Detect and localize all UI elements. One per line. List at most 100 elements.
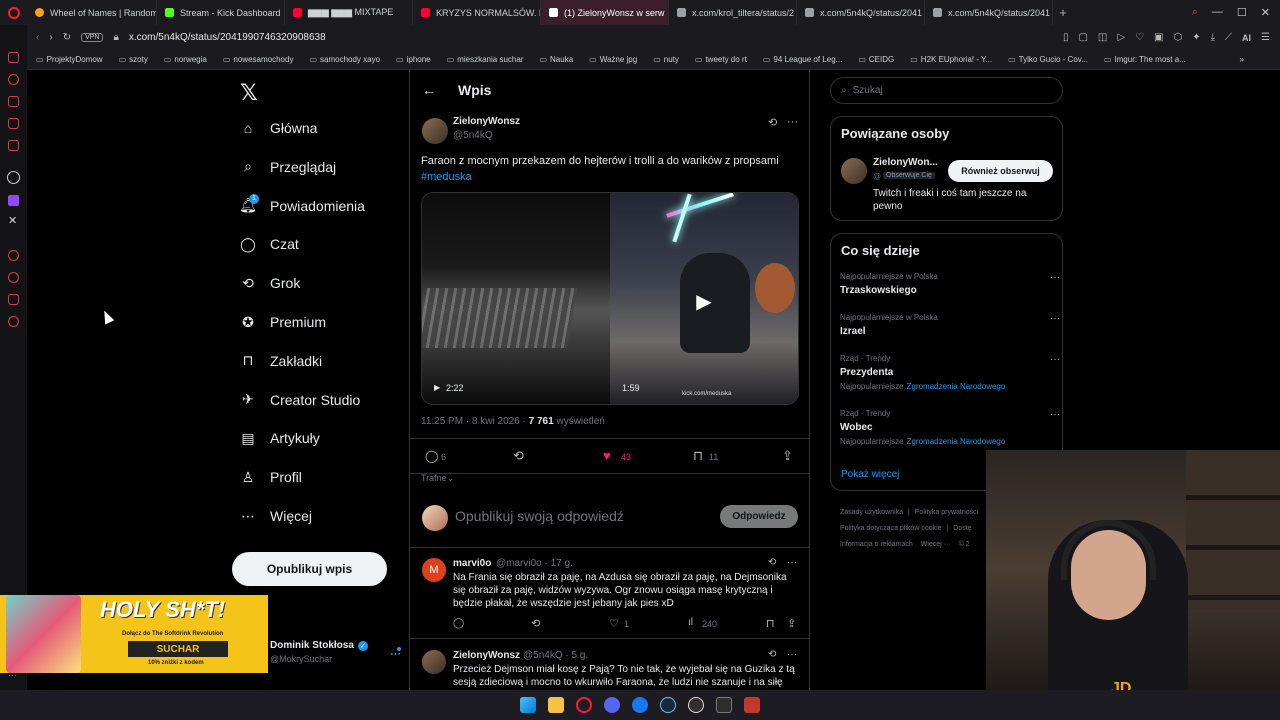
author-avatar[interactable] [422, 118, 448, 144]
like-icon[interactable]: ♡ [609, 617, 619, 630]
steam-icon[interactable] [660, 697, 676, 713]
bookmark-item[interactable]: ▭ H2K EUphoria! - Y... [910, 55, 992, 64]
puzzle-icon[interactable]: ✦ [1192, 32, 1200, 43]
vpn-badge[interactable]: VPN [81, 33, 104, 42]
facebook-icon[interactable] [632, 697, 648, 713]
wallet-icon[interactable]: ▣ [1154, 32, 1163, 43]
reload-icon[interactable]: ↻ [63, 32, 71, 43]
reply-icon[interactable]: ◯ [425, 449, 438, 463]
bookmark-tweet-icon[interactable]: ⊓ [693, 448, 703, 464]
back-arrow-icon[interactable]: ← [422, 82, 436, 98]
mail-icon[interactable] [8, 140, 19, 151]
trend-sub-link[interactable]: Zgromadzenia Narodowego [907, 437, 1006, 446]
bookmark-item[interactable]: ▭ nowesamochody [223, 55, 294, 64]
tab-wheel-of-names[interactable]: Wheel of Names | Random [27, 0, 157, 25]
footer-link[interactable]: Informacja o reklamach [840, 541, 913, 548]
bookmark-item[interactable]: ▭ Nauka [539, 55, 573, 64]
twitch-icon[interactable] [8, 195, 19, 206]
reply-author-name[interactable]: marvi0o [453, 558, 491, 569]
tweet-timestamp[interactable]: 11:25 PM · 8 kwi 2026 · [421, 416, 529, 427]
reply-author-handle[interactable]: @marvi0o · 17 g. [496, 558, 573, 569]
author-name[interactable]: ZielonyWonsz [453, 116, 520, 127]
tab-youtube-mixtape[interactable]: ▆▆▆ ▆▆▆ MIXTAPE [285, 0, 413, 25]
settings-icon[interactable] [8, 316, 19, 327]
bookmark-item[interactable]: ▭ CEIDG [858, 55, 894, 64]
pinboard-icon[interactable] [8, 250, 19, 261]
terminal-icon[interactable] [716, 697, 732, 713]
opera-logo-icon[interactable] [0, 0, 27, 25]
footer-link[interactable]: Dostę [953, 525, 971, 532]
tab-x-krol-tiltera[interactable]: x.com/krol_tiltera/status/2 [669, 0, 797, 25]
more-options-icon[interactable]: ··· [1050, 409, 1060, 420]
bookmark-item[interactable]: ▭ mieszkania suchar [447, 55, 524, 64]
player-sidebar-icon[interactable] [8, 118, 19, 129]
nav-item-bell[interactable]: 🔔︎ 1 Powiadomienia [239, 193, 365, 214]
bookmark-item[interactable]: ▭ samochody xayo [309, 55, 380, 64]
grok-icon[interactable]: ⟲ [768, 649, 776, 660]
more-options-icon[interactable]: ··· [1050, 272, 1060, 283]
hashtag-link[interactable]: #meduska [421, 171, 472, 183]
menu-icon[interactable]: ☰ [1261, 32, 1270, 43]
bookmark-item[interactable]: ▭ Tylko Gucio - Cov... [1008, 55, 1088, 64]
forward-arrow-icon[interactable]: › [49, 32, 52, 43]
reply-author-handle[interactable]: @5n4kQ · 5 g. [523, 650, 588, 661]
obs-icon[interactable] [688, 697, 704, 713]
footer-link[interactable]: Zasady użytkownika [840, 509, 903, 516]
downloads-sidebar-icon[interactable] [8, 294, 19, 305]
tab-x-status-2[interactable]: x.com/5n4kQ/status/2041 [925, 0, 1053, 25]
share-icon[interactable]: ⇪ [782, 448, 793, 464]
bookmark-icon[interactable]: ▯ [1063, 32, 1069, 43]
reply-item[interactable]: ZielonyWonsz @5n4kQ · 5 g. ⟲ ··· Przecie… [410, 640, 809, 690]
screenshot-icon[interactable]: ▢ [1078, 32, 1087, 43]
tab-kick-dashboard[interactable]: Stream - Kick Dashboard [157, 0, 285, 25]
bookmark-tweet-icon[interactable]: ⊓ [766, 617, 775, 630]
clock-icon[interactable] [8, 272, 19, 283]
more-options-icon[interactable]: ··· [1050, 313, 1060, 324]
bookmark-item[interactable]: ▭ tweety do rt [695, 55, 747, 64]
more-options-icon[interactable]: ··· [787, 649, 797, 660]
ai-label[interactable]: AI [1242, 33, 1251, 43]
nav-item-chat[interactable]: ◯ Czat [240, 236, 299, 253]
nav-item-rocket[interactable]: ✈ Creator Studio [240, 391, 360, 408]
x-sidebar-icon[interactable]: ✕ [8, 214, 17, 227]
footer-link[interactable]: Polityka dotycząca plików cookie [840, 525, 942, 532]
tab-x-status-1[interactable]: x.com/5n4kQ/status/2041 [797, 0, 925, 25]
author-handle[interactable]: @5n4kQ [453, 130, 493, 141]
nav-item-home[interactable]: ⌂ Główna [240, 120, 318, 136]
download-icon[interactable]: ⤓ [1211, 32, 1215, 43]
search-input[interactable]: Szukaj [853, 85, 883, 96]
retweet-icon[interactable]: ⟲ [531, 617, 540, 630]
url-field[interactable]: x.com/5n4kQ/status/2041990746320908638 [129, 32, 729, 43]
bookmark-item[interactable]: ▭ ProjektyDomow [36, 55, 103, 64]
nav-item-grok[interactable]: ⟲ Grok [240, 275, 300, 292]
trend-item[interactable]: Najpopularniejsze w Polska Izrael ··· [840, 313, 1060, 337]
reply-avatar[interactable]: M [422, 558, 446, 582]
nav-item-more[interactable]: ⋯ Więcej [240, 508, 312, 525]
bookmark-item[interactable]: ▭ norwegia [164, 55, 207, 64]
views-icon[interactable]: ıl [688, 617, 693, 628]
tab-x-active[interactable]: (1) ZielonyWonsz w serw [541, 0, 669, 25]
follow-back-button[interactable]: Również obserwuj [948, 160, 1053, 182]
footer-link[interactable]: Więcej ··· [921, 541, 951, 548]
shield-app-icon[interactable] [744, 697, 760, 713]
shield-icon[interactable]: ⬡ [1173, 32, 1182, 43]
trend-item[interactable]: Rząd · Trendy Wobec ··· Najpopularniejsze Zg… [840, 409, 1060, 446]
opera-icon[interactable] [576, 697, 592, 713]
footer-link[interactable]: Polityka prywatności [915, 509, 978, 516]
reply-author-name[interactable]: ZielonyWonsz [453, 650, 520, 661]
chatgpt-icon[interactable] [7, 171, 20, 184]
grok-icon[interactable]: ⟲ [768, 557, 776, 568]
tab-youtube-kryzys[interactable]: KRYZYS NORMALSÓW. P [413, 0, 541, 25]
discord-icon[interactable] [604, 697, 620, 713]
nav-item-profile[interactable]: ♙ Profil [240, 469, 302, 486]
history-icon[interactable] [8, 74, 19, 85]
x-logo-icon[interactable]: 𝕏 [240, 80, 258, 106]
bookmarks-more-icon[interactable]: » [1240, 55, 1244, 64]
windows-start-icon[interactable] [520, 697, 536, 713]
bookmark-item[interactable]: ▭ iphone [396, 55, 431, 64]
more-options-icon[interactable]: ··· [787, 116, 798, 128]
minimize-window-icon[interactable]: — [1212, 6, 1223, 19]
search-tabs-icon[interactable]: ⌕ [1192, 6, 1198, 19]
play-small-icon[interactable]: ▶ [434, 383, 440, 392]
nav-item-premium[interactable]: ✪ Premium [240, 314, 326, 331]
